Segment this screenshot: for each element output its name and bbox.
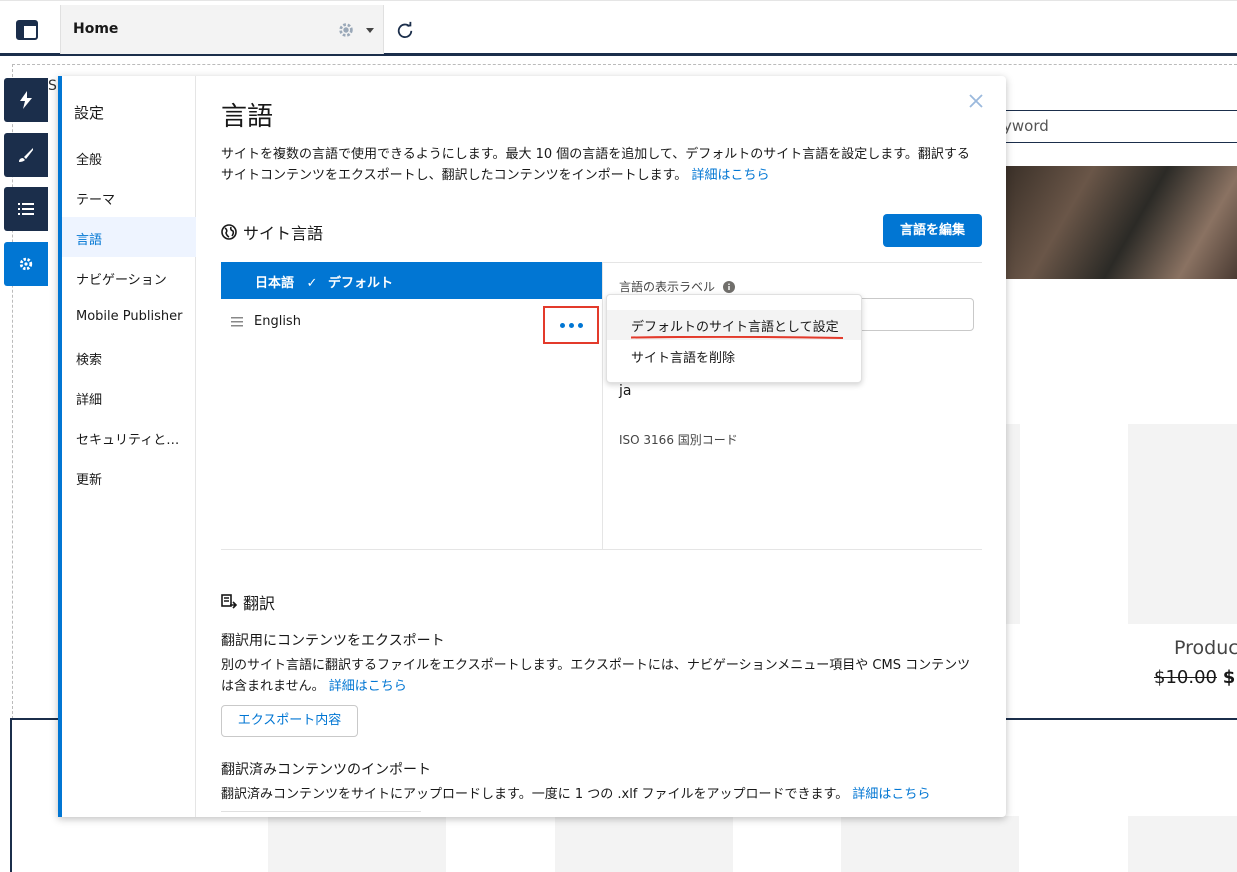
nav-item-mobile-publisher[interactable]: Mobile Publisher [62, 297, 196, 337]
page-title: 言語 [221, 102, 274, 132]
annotation-underline [631, 336, 843, 339]
nav-item-security[interactable]: セキュリティと… [62, 417, 196, 457]
close-icon[interactable] [967, 92, 985, 110]
site-search-text: yword [1003, 117, 1049, 135]
price-new: $ [1222, 667, 1236, 688]
home-tab-label: Home [73, 21, 119, 37]
hero-image [1006, 166, 1237, 279]
import-title: 翻訳済みコンテンツのインポート [221, 762, 431, 778]
gear-icon[interactable] [337, 21, 355, 39]
nav-item-general[interactable]: 全般 [62, 137, 196, 177]
language-name: 日本語 [255, 276, 295, 291]
export-content-button[interactable]: エクスポート内容 [221, 705, 358, 737]
nav-item-navigation[interactable]: ナビゲーション [62, 257, 196, 297]
settings-nav-title: 設定 [74, 104, 105, 122]
price-old: $10.00 [1154, 667, 1217, 688]
translation-heading-text: 翻訳 [243, 594, 276, 613]
chevron-down-icon[interactable] [366, 28, 374, 33]
delete-site-language-item[interactable]: サイト言語を削除 [607, 341, 861, 371]
divider [602, 262, 603, 549]
nav-item-advanced[interactable]: 詳細 [62, 377, 196, 417]
edit-languages-button[interactable]: 言語を編集 [883, 214, 982, 247]
product-card-image [841, 816, 1019, 872]
nav-item-updates[interactable]: 更新 [62, 457, 196, 497]
nav-item-language[interactable]: 言語 [62, 217, 196, 257]
more-icon [559, 322, 583, 328]
more-actions-button[interactable] [543, 306, 599, 344]
product-price: $10.00 $ [1154, 667, 1235, 688]
language-name: English [254, 314, 301, 329]
top-bar: Home [0, 0, 1237, 56]
translation-icon [221, 594, 237, 609]
site-language-heading: サイト言語 [221, 220, 323, 244]
settings-button[interactable] [4, 242, 48, 286]
info-icon[interactable] [723, 280, 736, 293]
language-actions-menu: デフォルトのサイト言語として設定 サイト言語を削除 [606, 294, 862, 383]
product-card-image [555, 816, 733, 872]
import-description-text: 翻訳済みコンテンツをサイトにアップロードします。一度に 1 つの .xlf ファ… [221, 787, 849, 802]
nav-item-theme[interactable]: テーマ [62, 177, 196, 217]
check-icon: ✓ [306, 276, 318, 291]
language-settings-panel: 言語 サイトを複数の言語で使用できるようにします。最大 10 個の言語を追加して… [197, 76, 1006, 817]
product-card-image [1128, 424, 1237, 624]
import-learn-more-link[interactable]: 詳細はこちら [852, 787, 930, 802]
site-language-heading-text: サイト言語 [243, 224, 324, 243]
settings-modal: 設定 全般 テーマ 言語 ナビゲーション Mobile Publisher 検索… [58, 76, 1006, 817]
default-badge: デフォルト [327, 276, 393, 291]
components-button[interactable] [4, 78, 48, 122]
site-stray-text: S [48, 78, 57, 94]
language-code-value: ja [619, 383, 632, 399]
lightning-icon [20, 91, 32, 109]
display-label-field-label: 言語の表示ラベル [619, 278, 736, 295]
theme-button[interactable] [4, 133, 48, 177]
iso-country-code-label: ISO 3166 国別コード [619, 433, 738, 447]
learn-more-link[interactable]: 詳細はこちら [691, 168, 769, 183]
drag-handle-icon[interactable] [231, 317, 243, 327]
export-description: 別のサイト言語に翻訳するファイルをエクスポートします。エクスポートには、ナビゲー… [221, 655, 981, 697]
home-tab[interactable]: Home [60, 5, 384, 54]
layout-icon[interactable] [16, 20, 38, 40]
gear-icon [19, 257, 33, 271]
export-title: 翻訳用にコンテンツをエクスポート [221, 633, 445, 649]
settings-nav: 設定 全般 テーマ 言語 ナビゲーション Mobile Publisher 検索… [62, 76, 196, 817]
product-name: Produc [1174, 637, 1237, 659]
display-label-text: 言語の表示ラベル [619, 280, 716, 294]
import-button-partial[interactable] [221, 811, 421, 817]
page-description: サイトを複数の言語で使用できるようにします。最大 10 個の言語を追加して、デフ… [221, 144, 981, 186]
product-card-image [268, 816, 446, 872]
brush-icon [19, 148, 33, 162]
export-learn-more-link[interactable]: 詳細はこちら [329, 679, 407, 694]
import-description: 翻訳済みコンテンツをサイトにアップロードします。一度に 1 つの .xlf ファ… [221, 784, 981, 805]
language-row-japanese[interactable]: 日本語 ✓ デフォルト [221, 262, 602, 299]
description-text: サイトを複数の言語で使用できるようにします。最大 10 個の言語を追加して、デフ… [221, 147, 970, 183]
nav-item-search[interactable]: 検索 [62, 337, 196, 377]
globe-icon [221, 224, 237, 240]
set-default-language-item[interactable]: デフォルトのサイト言語として設定 [607, 310, 861, 340]
product-card-image [1006, 424, 1020, 624]
product-card-image [1128, 816, 1237, 872]
translation-heading: 翻訳 [221, 590, 275, 614]
pages-button[interactable] [4, 187, 48, 231]
refresh-icon[interactable] [396, 21, 414, 39]
site-search-box[interactable]: yword [1000, 110, 1237, 143]
set-default-language-label: デフォルトのサイト言語として設定 [631, 320, 839, 335]
list-icon [18, 203, 34, 215]
divider [221, 549, 982, 550]
